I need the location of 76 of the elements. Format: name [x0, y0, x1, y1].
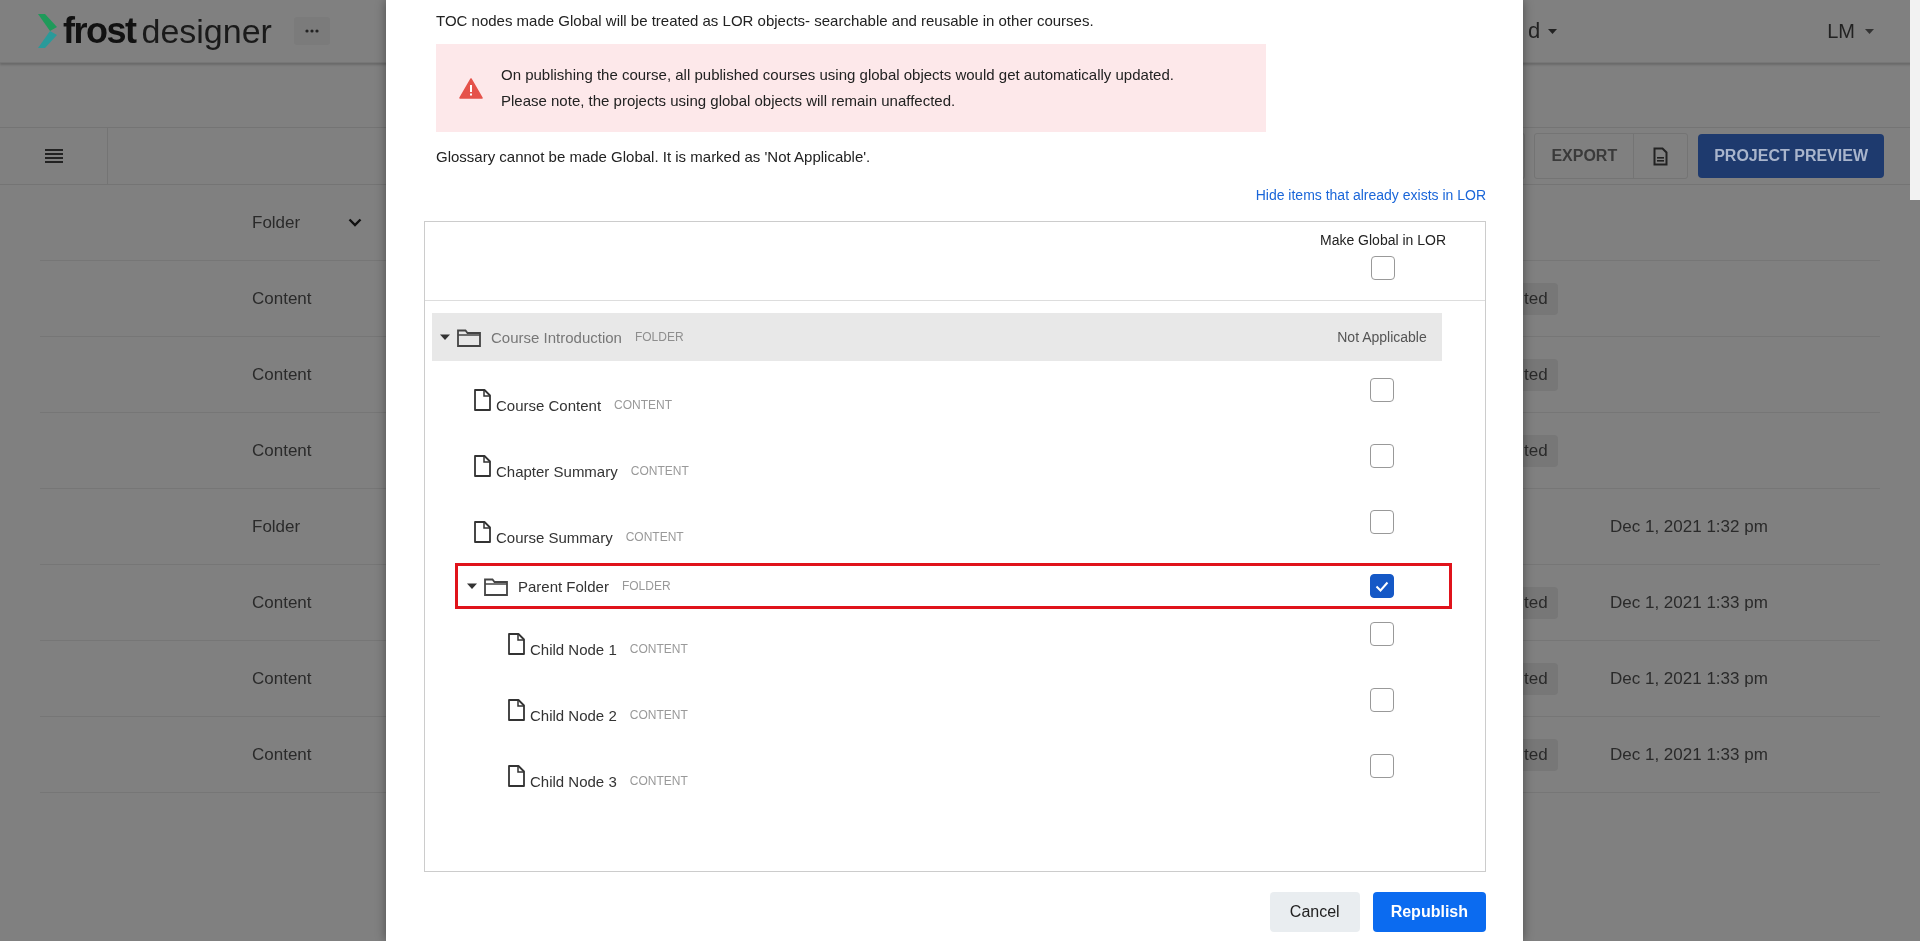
caret-icon[interactable]: [467, 581, 477, 591]
node-type: CONTENT: [630, 464, 689, 478]
status-text: Not Applicable: [1337, 329, 1427, 345]
node-name: Child Node 3: [530, 772, 617, 790]
node-name: Chapter Summary: [496, 462, 618, 480]
cancel-button[interactable]: Cancel: [1269, 892, 1360, 932]
document-icon: [474, 521, 491, 543]
node-type: FOLDER: [634, 330, 684, 344]
table-cell: Dec 1, 2021 1:33 pm: [1610, 668, 1768, 689]
checkbox[interactable]: [1370, 754, 1394, 778]
chevron-down-icon: [348, 218, 363, 227]
menu-icon: [44, 149, 63, 163]
checkbox[interactable]: [1370, 574, 1394, 598]
checkbox[interactable]: [1370, 622, 1394, 646]
caret-icon: [1548, 28, 1558, 34]
user-menu[interactable]: LM: [1827, 19, 1874, 43]
project-preview-button[interactable]: PROJECT PREVIEW: [1698, 134, 1884, 178]
menu-dropdown[interactable]: d: [1527, 18, 1558, 44]
column-header: Make Global in LOR: [1319, 232, 1447, 248]
caret-icon: [1865, 28, 1874, 34]
node-type: CONTENT: [614, 398, 673, 412]
status-tag: ted: [1523, 586, 1558, 619]
document-icon: [508, 765, 525, 787]
warning-icon: [459, 77, 483, 99]
logo-text: designer: [141, 11, 272, 51]
node-name: Course Introduction: [491, 328, 622, 346]
node-type: CONTENT: [629, 708, 688, 722]
warning-text: Please note, the projects using global objects will remain unaffected.: [501, 91, 957, 111]
more-icon: [304, 29, 319, 33]
table-cell: Content: [252, 668, 312, 689]
node-name: Child Node 2: [530, 706, 617, 724]
node-type: CONTENT: [625, 530, 684, 544]
status-tag: ted: [1523, 434, 1558, 467]
folder-icon: [457, 327, 481, 347]
checkbox[interactable]: [1370, 510, 1394, 534]
checkbox[interactable]: [1370, 378, 1394, 402]
table-cell: Content: [252, 440, 312, 461]
node-name: Course Content: [496, 396, 602, 414]
status-tag: ted: [1523, 358, 1558, 391]
scrollbar[interactable]: [1910, 0, 1920, 200]
table-cell: Dec 1, 2021 1:33 pm: [1610, 744, 1768, 765]
note-text: Glossary cannot be made Global. It is marked as 'Not Applicable'.: [436, 147, 872, 167]
more-button[interactable]: [293, 17, 330, 45]
table-cell: Content: [252, 592, 312, 613]
document-icon: [474, 389, 491, 411]
folder-icon: [484, 576, 508, 596]
document-icon: [508, 699, 525, 721]
checkbox[interactable]: [1370, 444, 1394, 468]
node-name: Parent Folder: [518, 577, 609, 595]
table-cell: Content: [252, 364, 312, 385]
node-name: Child Node 1: [530, 640, 617, 658]
check-icon: [1375, 580, 1389, 592]
table-cell: Content: [252, 288, 312, 309]
table-cell: Folder: [252, 516, 301, 537]
document-icon: [1653, 146, 1669, 166]
node-type: CONTENT: [629, 774, 688, 788]
hide-items-link[interactable]: Hide items that already exists in LOR: [1255, 187, 1486, 203]
type-filter-dropdown[interactable]: Folder: [252, 212, 363, 233]
republish-button[interactable]: Republish: [1372, 892, 1486, 932]
status-tag: ted: [1523, 282, 1558, 315]
logo-text: frost: [63, 10, 136, 52]
table-cell: Dec 1, 2021 1:32 pm: [1610, 516, 1768, 537]
intro-text: TOC nodes made Global will be treated as LOR objects- searchable and reusable in other courses.: [436, 11, 1095, 31]
caret-icon[interactable]: [440, 332, 450, 342]
node-name: Course Summary: [496, 528, 613, 546]
status-tag: ted: [1523, 662, 1558, 695]
warning-text: On publishing the course, all published courses using global objects would get automatically updated.: [501, 65, 1174, 85]
select-all-checkbox[interactable]: [1371, 256, 1395, 280]
node-type: CONTENT: [629, 642, 688, 656]
document-icon: [474, 455, 491, 477]
checkbox[interactable]: [1370, 688, 1394, 712]
node-type: FOLDER: [621, 579, 671, 593]
table-cell: Dec 1, 2021 1:33 pm: [1610, 592, 1768, 613]
table-cell: Content: [252, 744, 312, 765]
document-icon: [508, 633, 525, 655]
status-tag: ted: [1523, 738, 1558, 771]
